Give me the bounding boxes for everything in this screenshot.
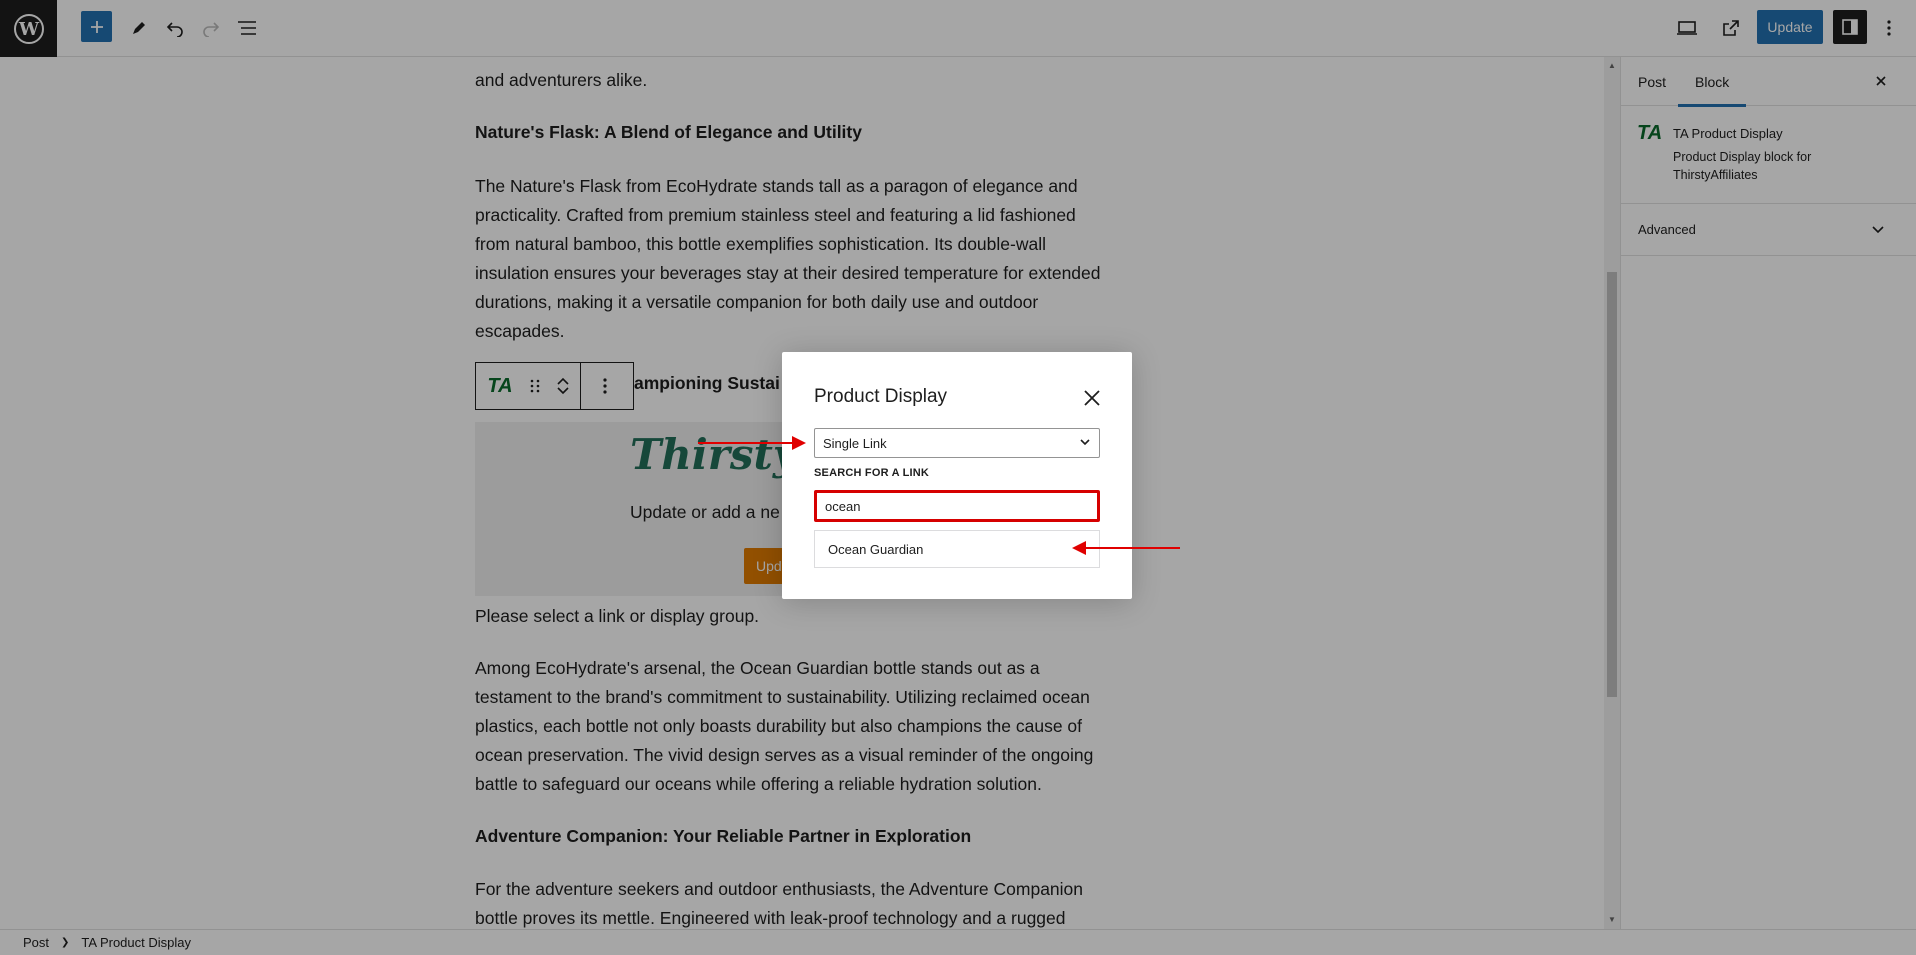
search-result-item[interactable]: Ocean Guardian bbox=[814, 530, 1100, 568]
search-input-value: ocean bbox=[825, 498, 861, 514]
product-display-modal: Product Display Single Link SEARCH FOR A… bbox=[782, 352, 1132, 599]
close-icon bbox=[1084, 390, 1100, 406]
select-value: Single Link bbox=[823, 435, 887, 451]
display-type-select[interactable]: Single Link bbox=[814, 428, 1100, 458]
search-result-label: Ocean Guardian bbox=[828, 541, 924, 557]
modal-title: Product Display bbox=[814, 386, 948, 407]
chevron-down-icon bbox=[1080, 439, 1090, 446]
close-modal-button[interactable] bbox=[1078, 384, 1106, 412]
link-search-input[interactable]: ocean bbox=[814, 490, 1100, 522]
search-label: SEARCH FOR A LINK bbox=[814, 467, 930, 479]
